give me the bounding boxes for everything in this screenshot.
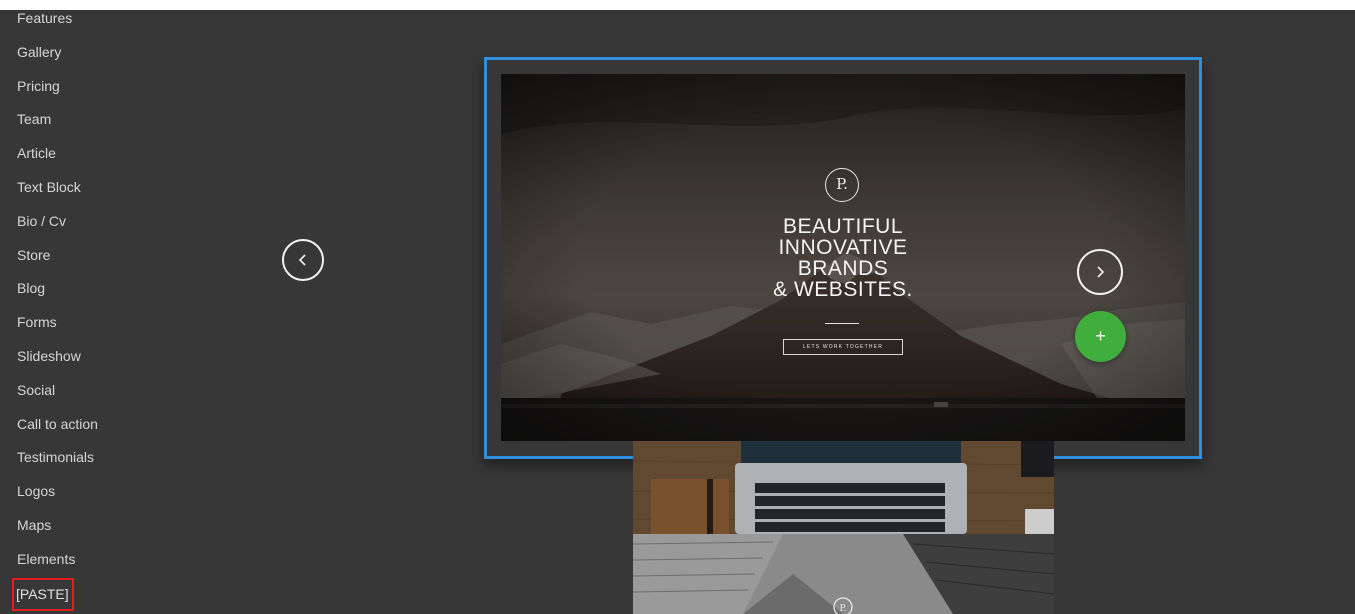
sidebar-item-store[interactable]: Store [0,239,150,273]
sidebar-item-blog[interactable]: Blog [0,272,150,306]
sidebar-item-team[interactable]: Team [0,103,150,137]
laptop-desk-image [633,441,1054,534]
brand-logo-icon: P. [825,168,859,202]
sidebar-item-testimonials[interactable]: Testimonials [0,441,150,475]
hero-title-line: & WEBSITES. [773,278,913,301]
sidebar-item-article[interactable]: Article [0,137,150,171]
hero-title-line: INNOVATIVE [778,236,908,259]
block-thumbnail-building[interactable]: P. [633,534,1054,614]
carousel-prev-button[interactable] [282,239,324,281]
sidebar-item-maps[interactable]: Maps [0,509,150,543]
sidebar-item-slideshow[interactable]: Slideshow [0,340,150,374]
plus-icon: + [1095,326,1106,346]
sidebar-item-elements[interactable]: Elements [0,543,150,577]
hero-divider [825,323,859,324]
hero-title-line: BRANDS [797,257,889,280]
block-category-sidebar: Features Gallery Pricing Team Article Text Bl… [0,10,150,614]
sidebar-item-logos[interactable]: Logos [0,475,150,509]
sidebar-item-social[interactable]: Social [0,374,150,408]
block-thumbnail-laptop[interactable] [633,441,1054,534]
paste-label: [PASTE] [12,577,74,611]
sidebar-item-features[interactable]: Features [0,10,150,36]
sidebar-item-gallery[interactable]: Gallery [0,36,150,70]
building-image: P. [633,534,1054,614]
hero-title: BEAUTIFUL INNOVATIVE BRANDS & WEBSITES. [723,216,963,300]
category-list: Features Gallery Pricing Team Article Text Bl… [0,10,150,611]
hero-cta-button: LETS WORK TOGETHER [783,339,903,355]
thumbnail-logo-icon: P. [839,604,846,614]
sidebar-item-text-block[interactable]: Text Block [0,171,150,205]
sidebar-item-bio-cv[interactable]: Bio / Cv [0,205,150,239]
hero-title-line: BEAUTIFUL [782,215,904,238]
sidebar-item-forms[interactable]: Forms [0,306,150,340]
sidebar-item-pricing[interactable]: Pricing [0,70,150,104]
add-block-button[interactable]: + [1075,311,1126,362]
chevron-right-icon [1097,266,1105,278]
sidebar-item-paste[interactable]: [PASTE] [0,577,150,611]
chevron-left-icon [298,254,306,266]
carousel-next-button[interactable] [1077,249,1123,295]
sidebar-item-call-to-action[interactable]: Call to action [0,408,150,442]
block-picker: Features Gallery Pricing Team Article Text Bl… [0,10,1355,614]
